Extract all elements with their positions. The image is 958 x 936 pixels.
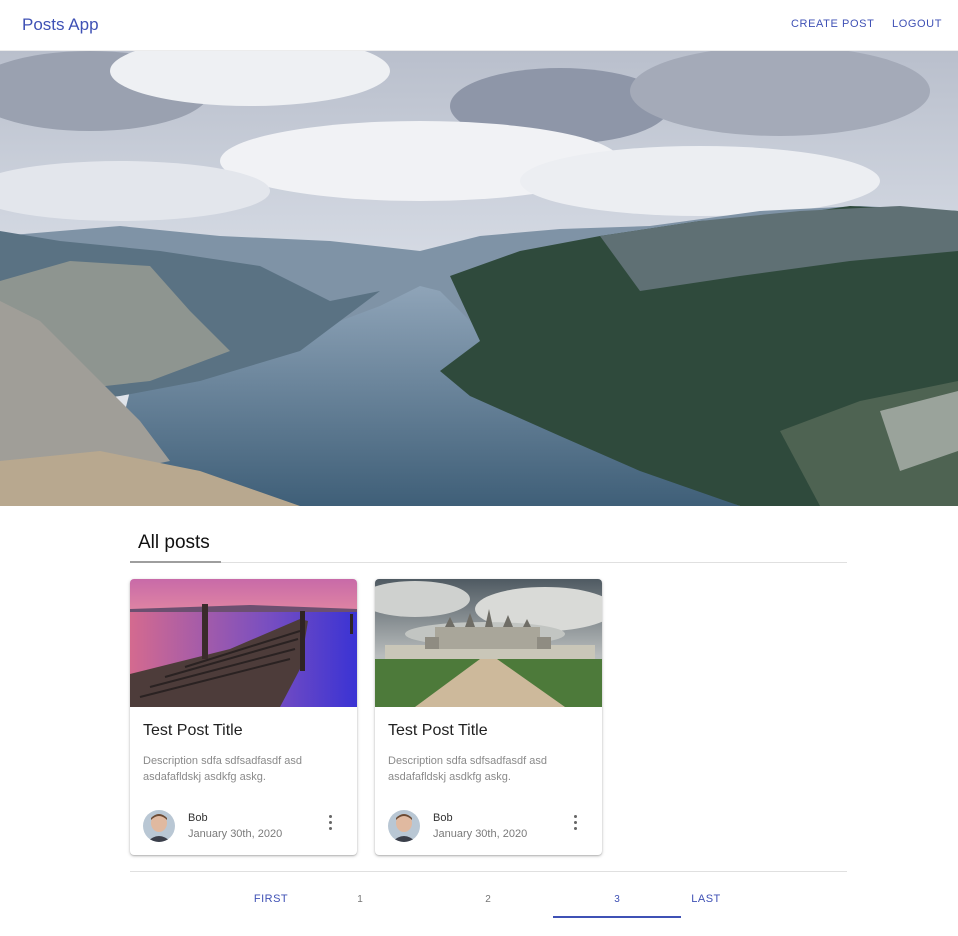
post-date: January 30th, 2020 [433,828,528,840]
section-tab-all-posts[interactable]: All posts [130,528,221,563]
author-avatar[interactable] [143,810,175,842]
app-title[interactable]: Posts App [22,15,99,35]
pagination-last-button[interactable]: LAST [642,872,770,918]
post-card[interactable]: Test Post Title Description sdfa sdfsadf… [375,579,602,855]
more-vert-icon[interactable] [571,814,581,832]
author-name: Bob [433,812,453,824]
post-description: Description sdfa sdfsadfasdf asd asdafaf… [143,755,302,783]
author-name: Bob [188,812,208,824]
pagination-page-2[interactable]: 2 [424,872,552,918]
post-description: Description sdfa sdfsadfasdf asd asdafaf… [388,755,547,783]
author-avatar[interactable] [388,810,420,842]
post-date: January 30th, 2020 [188,828,283,840]
more-vert-icon[interactable] [326,814,336,832]
post-title[interactable]: Test Post Title [143,722,243,740]
post-image-pier[interactable] [130,579,357,707]
hero-banner-image [0,51,958,506]
section-header: All posts [130,528,847,563]
pagination: FIRST 1 2 3 LAST [130,871,847,921]
logout-button[interactable]: LOGOUT [892,18,942,30]
app-bar: Posts App CREATE POST LOGOUT [0,0,958,51]
pagination-page-1[interactable]: 1 [296,872,424,918]
post-title[interactable]: Test Post Title [388,722,488,740]
create-post-button[interactable]: CREATE POST [791,18,874,30]
post-image-castle[interactable] [375,579,602,707]
post-card[interactable]: Test Post Title Description sdfa sdfsadf… [130,579,357,855]
